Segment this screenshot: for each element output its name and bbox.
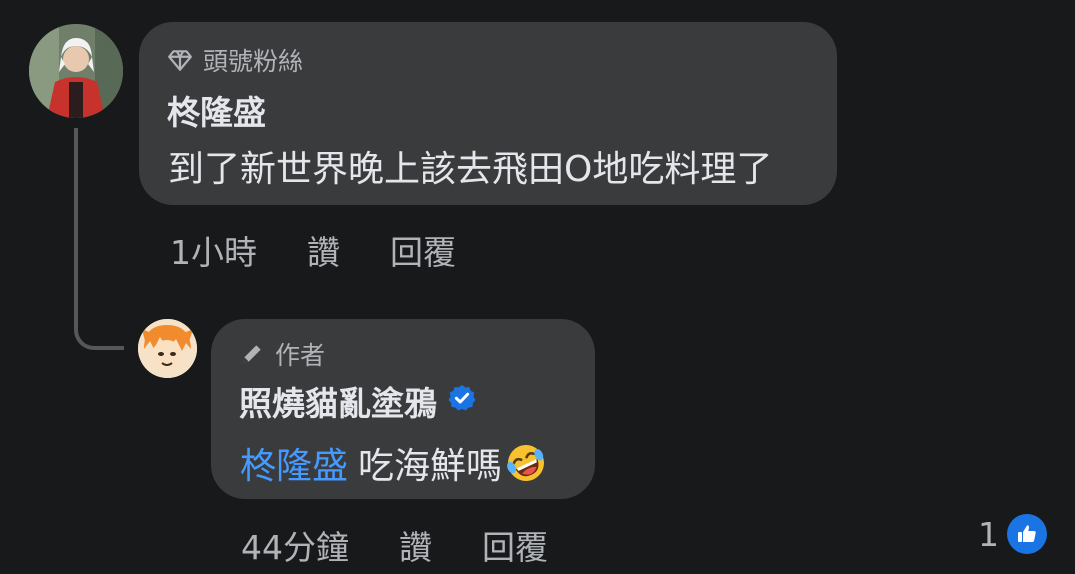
author-name[interactable]: 柊隆盛: [167, 86, 266, 134]
comment-actions: 1小時 讚 回覆: [170, 226, 506, 274]
reaction-count: 1: [978, 514, 999, 554]
reaction-summary[interactable]: 1: [978, 514, 1047, 554]
pencil-icon: [239, 341, 265, 367]
badge-label: 作者: [275, 341, 326, 370]
thumbs-up-icon: [1007, 514, 1047, 554]
top-fan-badge: 頭號粉絲: [167, 42, 303, 78]
badge-label: 頭號粉絲: [203, 47, 304, 76]
thread-connector-line: [74, 128, 124, 350]
rolling-on-floor-laughing-icon: [504, 441, 548, 485]
diamond-icon: [167, 47, 193, 73]
comment-bubble: 頭號粉絲 柊隆盛 到了新世界晚上該去飛田O地吃料理了: [139, 22, 837, 205]
reply-button[interactable]: 回覆: [390, 226, 456, 274]
avatar[interactable]: [29, 24, 123, 118]
comment-bubble: 作者 照燒貓亂塗鴉 柊隆盛 吃海鮮嗎: [211, 319, 595, 499]
mention-link[interactable]: 柊隆盛: [240, 437, 348, 489]
author-name-text[interactable]: 柊隆盛: [167, 86, 266, 134]
comment-text: 到了新世界晚上該去飛田O地吃料理了: [168, 149, 773, 190]
reply-button[interactable]: 回覆: [482, 521, 548, 569]
avatar[interactable]: [138, 319, 197, 378]
author-name-text[interactable]: 照燒貓亂塗鴉: [239, 377, 437, 425]
verified-badge-icon: [447, 382, 477, 421]
comment-text-body: 吃海鮮嗎: [358, 446, 503, 487]
author-badge: 作者: [239, 336, 325, 372]
comment-text: 柊隆盛 吃海鮮嗎: [240, 437, 548, 489]
timestamp[interactable]: 44分鐘: [241, 521, 349, 569]
timestamp[interactable]: 1小時: [170, 226, 257, 274]
comment-thread: 頭號粉絲 柊隆盛 到了新世界晚上該去飛田O地吃料理了 1小時 讚 回覆 作者 照…: [0, 0, 1075, 574]
author-name[interactable]: 照燒貓亂塗鴉: [239, 377, 477, 425]
like-button[interactable]: 讚: [307, 226, 340, 274]
like-button[interactable]: 讚: [399, 521, 432, 569]
comment-actions: 44分鐘 讚 回覆: [241, 521, 598, 569]
